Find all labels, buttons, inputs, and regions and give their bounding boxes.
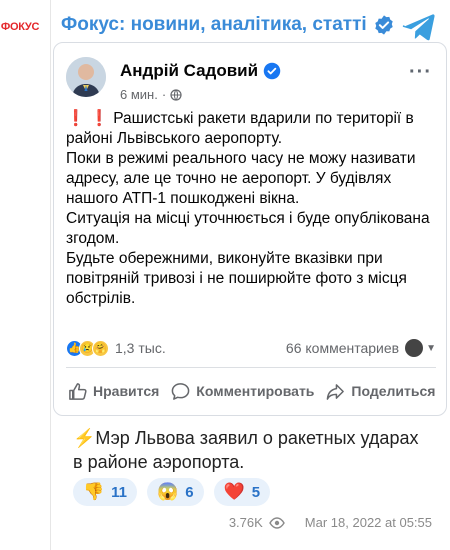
exclamation-icon: ❗ ❗ xyxy=(66,110,109,127)
channel-avatar[interactable]: ФОКУС xyxy=(0,7,40,47)
comment-button[interactable]: Комментировать xyxy=(165,378,320,405)
author-verified-icon xyxy=(263,62,281,80)
reaction-chip[interactable]: ❤️ 5 xyxy=(213,478,271,506)
channel-header[interactable]: Фокус: новини, аналітика, статті xyxy=(61,10,395,40)
reaction-chip-count: 11 xyxy=(111,483,128,501)
telegram-message: ФОКУС Фокус: новини, аналітика, статті А… xyxy=(0,0,450,550)
post-actions: Нравится Комментировать Поделиться xyxy=(62,375,440,407)
reaction-icons: 👍 😢 🤗 xyxy=(66,339,109,357)
telegram-logo-icon xyxy=(402,14,435,41)
like-button[interactable]: Нравится xyxy=(62,378,165,405)
comment-label: Комментировать xyxy=(196,383,315,399)
eye-icon xyxy=(268,516,285,529)
author-photo-icon xyxy=(66,57,106,97)
share-arrow-icon xyxy=(327,383,345,400)
message-date[interactable]: Mar 18, 2022 at 05:55 xyxy=(305,515,432,530)
post-time[interactable]: 6 мин. · xyxy=(120,87,182,102)
message-bubble: Фокус: новини, аналітика, статті Андрій … xyxy=(50,0,450,550)
post-paragraph: Будьте обережними, виконуйте вказівки пр… xyxy=(66,250,407,307)
author-name-text[interactable]: Андрій Садовий xyxy=(120,61,258,81)
post-paragraph: ❗ ❗ Рашистські ракети вдарили по територ… xyxy=(66,110,414,147)
thumbs-up-icon xyxy=(69,382,87,400)
caret-down-icon[interactable]: ▼ xyxy=(426,343,436,354)
message-caption: ⚡Мэр Львова заявил о ракетных ударах в р… xyxy=(73,426,433,474)
channel-title[interactable]: Фокус: новини, аналітика, статті xyxy=(61,14,367,36)
message-meta: 3.76K Mar 18, 2022 at 05:55 xyxy=(229,515,432,530)
like-label: Нравится xyxy=(93,383,160,399)
care-reaction-icon: 🤗 xyxy=(92,339,109,357)
comments-count[interactable]: 66 комментариев xyxy=(286,340,399,356)
reaction-chip[interactable]: 😱 6 xyxy=(147,478,204,506)
post-paragraph: Ситуація на місці уточнюється і буде опу… xyxy=(66,210,430,247)
comment-bubble-icon xyxy=(171,382,190,400)
lightning-icon: ⚡ xyxy=(73,428,96,448)
channel-avatar-text: ФОКУС xyxy=(0,21,40,33)
author-avatar[interactable] xyxy=(66,57,106,97)
post-paragraph: Поки в режимі реального часу не можу наз… xyxy=(66,150,416,207)
view-count: 3.76K xyxy=(228,515,263,530)
reaction-chip[interactable]: 👎 11 xyxy=(73,478,138,506)
post-body: ❗ ❗ Рашистські ракети вдарили по територ… xyxy=(66,109,436,309)
share-label: Поделиться xyxy=(351,383,436,399)
post-time-text[interactable]: 6 мин. xyxy=(120,87,158,102)
heart-icon: ❤️ xyxy=(223,482,245,501)
message-reactions: 👎 11 😱 6 ❤️ 5 xyxy=(73,478,271,506)
screaming-face-icon: 😱 xyxy=(157,482,179,501)
facebook-post-card[interactable]: Андрій Садовий 6 мин. · ··· ❗ ❗ Рашистсь… xyxy=(53,42,447,416)
verified-badge-icon xyxy=(374,15,393,35)
viewer-avatar[interactable] xyxy=(405,339,424,357)
thumbs-down-icon: 👎 xyxy=(83,482,105,501)
reactions-summary[interactable]: 👍 😢 🤗 1,3 тыс. 66 комментариев ▼ xyxy=(66,337,436,359)
more-options-icon[interactable]: ··· xyxy=(409,61,432,84)
author-name[interactable]: Андрій Садовий xyxy=(120,61,281,81)
reaction-chip-count: 6 xyxy=(185,483,194,501)
caption-text: Мэр Львова заявил о ракетных ударах в ра… xyxy=(73,428,419,472)
globe-icon xyxy=(170,88,182,101)
share-button[interactable]: Поделиться xyxy=(320,378,441,405)
divider xyxy=(66,367,436,368)
reaction-count[interactable]: 1,3 тыс. xyxy=(115,340,166,356)
reaction-chip-count: 5 xyxy=(251,483,261,501)
